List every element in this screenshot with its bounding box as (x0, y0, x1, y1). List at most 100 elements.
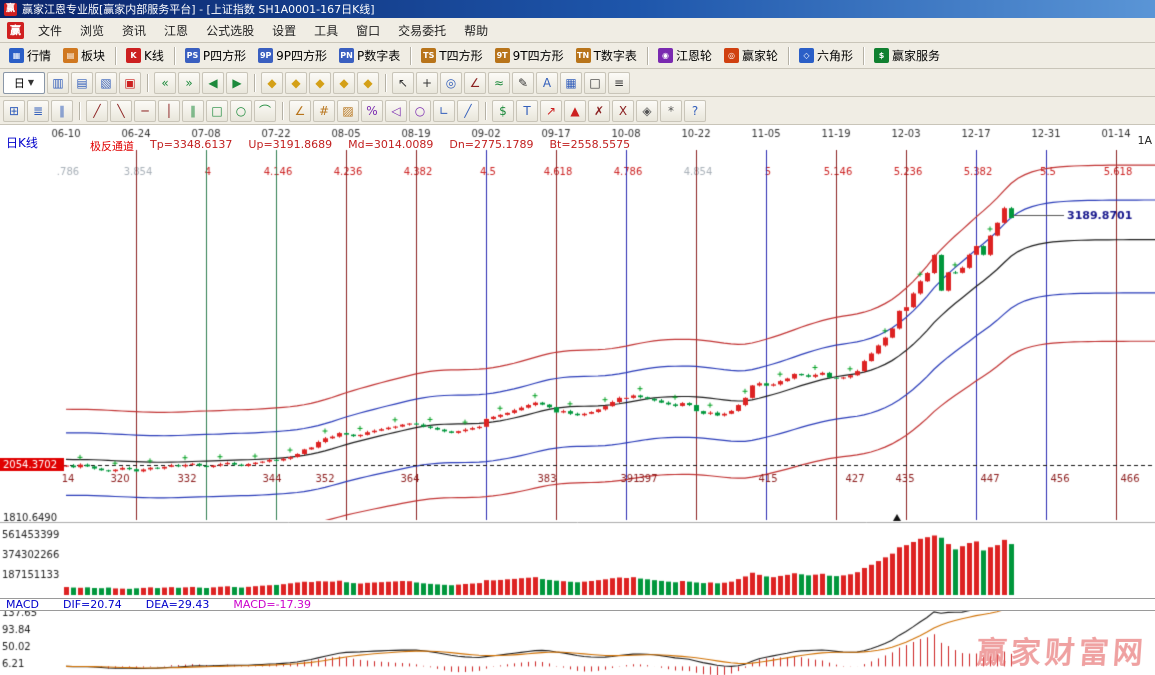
print-icon[interactable]: ≡ (608, 72, 630, 94)
pane-label: 日K线 (6, 134, 38, 151)
macd-macd-value: MACD=-17.39 (233, 599, 311, 610)
winner-wheel-icon: ◎ (724, 48, 739, 63)
layout-grid-icon[interactable]: ⊞ (3, 100, 25, 122)
hexagon-button[interactable]: ◇六角形 (793, 45, 859, 67)
corner-label: 1A (1137, 134, 1152, 147)
toolbar-button-label: T四方形 (439, 47, 482, 64)
menu-item-gann[interactable]: 江恩 (155, 19, 197, 42)
menu-item-trade-order[interactable]: 交易委托 (389, 19, 455, 42)
menu-item-window[interactable]: 窗口 (347, 19, 389, 42)
segment-line-icon[interactable]: ╲ (110, 100, 132, 122)
settings-icon[interactable]: * (660, 100, 682, 122)
winner-service-button[interactable]: $赢家服务 (868, 45, 946, 67)
menu-item-browse[interactable]: 浏览 (71, 19, 113, 42)
chart-area: 日K线 极反通道 Tp=3348.6137 Up=3191.8689 Md=30… (0, 125, 1155, 675)
help-icon[interactable]: ? (684, 100, 706, 122)
quotes-button[interactable]: ▦行情 (3, 45, 57, 67)
trend-line-icon[interactable]: ╱ (86, 100, 108, 122)
flag-marker-icon[interactable]: ▣ (119, 72, 141, 94)
angle-tool-icon[interactable]: ∠ (464, 72, 486, 94)
layout-rows-icon[interactable]: ≣ (27, 100, 49, 122)
gann-square-1-icon[interactable]: ◆ (261, 72, 283, 94)
p-number-table-button[interactable]: PNP数字表 (333, 45, 406, 67)
board-view-icon[interactable]: ▤ (71, 72, 93, 94)
toolbar-button-label: T数字表 (594, 47, 637, 64)
magnify-tool-icon[interactable]: ◎ (440, 72, 462, 94)
next-page-icon[interactable]: ▶ (226, 72, 248, 94)
gann-box-icon[interactable]: ▨ (337, 100, 359, 122)
vline-icon[interactable]: │ (158, 100, 180, 122)
prev-page-icon[interactable]: ◀ (202, 72, 224, 94)
toolbar-separator (147, 74, 148, 92)
toolbar-separator (863, 47, 864, 65)
flag-mark-icon[interactable]: ▲ (564, 100, 586, 122)
gann-square-3-icon[interactable]: ◆ (309, 72, 331, 94)
t-square-button[interactable]: TST四方形 (415, 45, 488, 67)
grid-view-icon[interactable]: ▦ (560, 72, 582, 94)
9p-square-button[interactable]: 9P9P四方形 (252, 45, 333, 67)
channel-up-value: Up=3191.8689 (248, 138, 332, 154)
circle-tool-icon[interactable]: ○ (230, 100, 252, 122)
wave-tool-icon[interactable]: ≈ (488, 72, 510, 94)
rectangle-tool-icon[interactable]: □ (206, 100, 228, 122)
gann-wheel-button[interactable]: ◉江恩轮 (652, 45, 718, 67)
text-tool-icon[interactable]: A (536, 72, 558, 94)
gann-square-5-icon[interactable]: ◆ (357, 72, 379, 94)
pointer-tool-icon[interactable]: ↖ (392, 72, 414, 94)
arc-tool-icon[interactable]: ⌒ (254, 100, 276, 122)
gann-square-4-icon[interactable]: ◆ (333, 72, 355, 94)
p-square-icon: PS (185, 48, 200, 63)
regression-icon[interactable]: ╱ (457, 100, 479, 122)
winner-wheel-button[interactable]: ◎赢家轮 (718, 45, 784, 67)
t-number-table-button[interactable]: TNT数字表 (570, 45, 643, 67)
cycle-line-icon[interactable]: ○ (409, 100, 431, 122)
sectors-button[interactable]: ▤板块 (57, 45, 111, 67)
arrow-mark-icon[interactable]: ↗ (540, 100, 562, 122)
toolbar-separator (79, 102, 80, 120)
clear-all-icon[interactable]: X (612, 100, 634, 122)
main-chart-canvas[interactable] (0, 125, 1155, 675)
p-square-button[interactable]: PSP四方形 (179, 45, 252, 67)
toolbar-separator (485, 102, 486, 120)
first-page-icon[interactable]: « (154, 72, 176, 94)
toolbar-separator (647, 47, 648, 65)
macd-pane-label[interactable]: MACD (6, 599, 39, 610)
text-note-icon[interactable]: T (516, 100, 538, 122)
kline-view-icon[interactable]: ▥ (47, 72, 69, 94)
gann-square-2-icon[interactable]: ◆ (285, 72, 307, 94)
info-view-icon[interactable]: ▧ (95, 72, 117, 94)
toolbar-separator (385, 74, 386, 92)
menu-item-settings[interactable]: 设置 (263, 19, 305, 42)
delete-object-icon[interactable]: ✗ (588, 100, 610, 122)
toolbar-draw: 日▼▥▤▧▣«»◀▶◆◆◆◆◆↖+◎∠≈✎A▦□≡ (0, 69, 1155, 97)
last-page-icon[interactable]: » (178, 72, 200, 94)
fib-retrace-icon[interactable]: % (361, 100, 383, 122)
menu-item-formula-stock-pick[interactable]: 公式选股 (197, 19, 263, 42)
menu-item-news[interactable]: 资讯 (113, 19, 155, 42)
toolbar-separator (282, 102, 283, 120)
9p-square-icon: 9P (258, 48, 273, 63)
period-day-selector[interactable]: 日▼ (3, 72, 45, 94)
t-square-icon: TS (421, 48, 436, 63)
speed-line-icon[interactable]: ∟ (433, 100, 455, 122)
crosshair-tool-icon[interactable]: + (416, 72, 438, 94)
menu-item-file[interactable]: 文件 (29, 19, 71, 42)
kline-icon: K (126, 48, 141, 63)
gann-grid-icon[interactable]: # (313, 100, 335, 122)
kline-button[interactable]: KK线 (120, 45, 170, 67)
price-label-icon[interactable]: $ (492, 100, 514, 122)
pencil-tool-icon[interactable]: ✎ (512, 72, 534, 94)
toolbar-button-label: 行情 (27, 47, 51, 64)
fib-fan-icon[interactable]: ◁ (385, 100, 407, 122)
menu-item-help[interactable]: 帮助 (455, 19, 497, 42)
layout-cols-icon[interactable]: ∥ (51, 100, 73, 122)
capture-icon[interactable]: □ (584, 72, 606, 94)
parallel-channel-icon[interactable]: ∥ (182, 100, 204, 122)
lock-objects-icon[interactable]: ◈ (636, 100, 658, 122)
9t-square-button[interactable]: 9T9T四方形 (489, 45, 570, 67)
quotes-icon: ▦ (9, 48, 24, 63)
menu-item-tools[interactable]: 工具 (305, 19, 347, 42)
gann-fan-icon[interactable]: ∠ (289, 100, 311, 122)
hline-icon[interactable]: ─ (134, 100, 156, 122)
toolbar-button-label: P四方形 (203, 47, 246, 64)
